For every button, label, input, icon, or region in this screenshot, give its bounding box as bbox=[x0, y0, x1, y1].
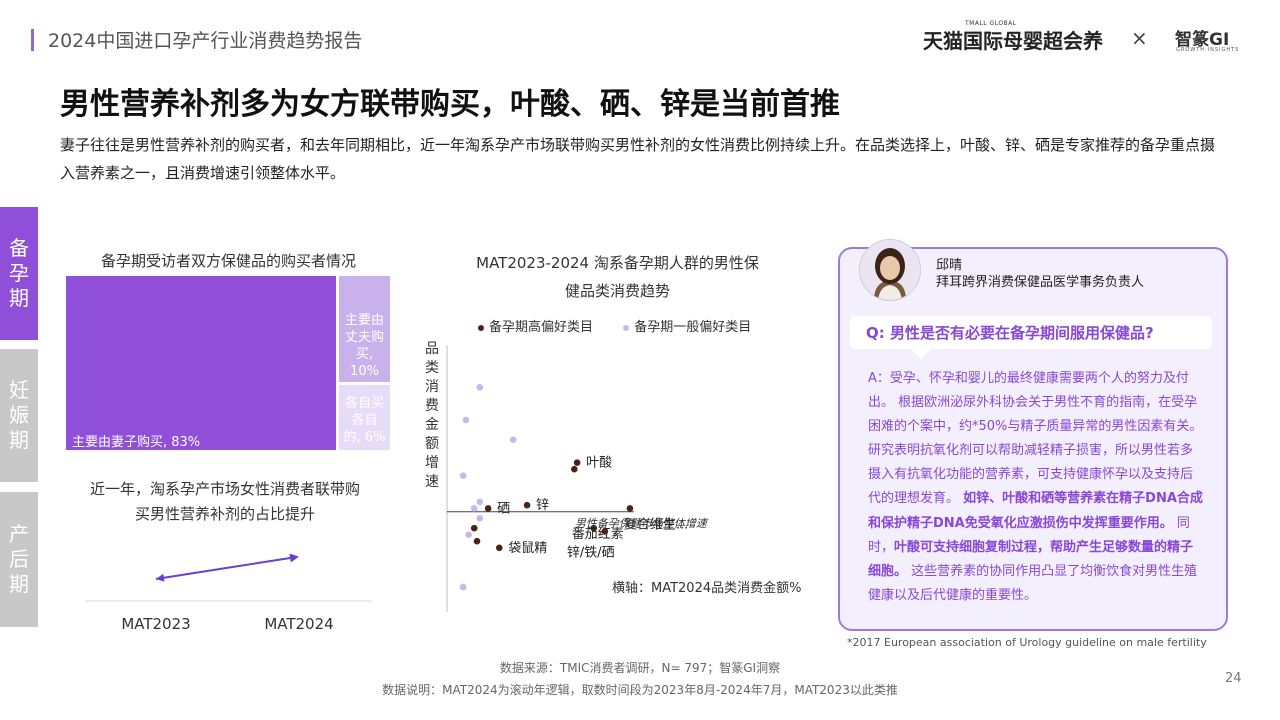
treemap-label-each: 各自买各自的, 6% bbox=[343, 396, 386, 445]
share-arrow-tail bbox=[156, 573, 165, 582]
question-bubble-tip bbox=[911, 349, 931, 359]
legend-label-general: 备孕期一般偏好类目 bbox=[634, 320, 752, 335]
data-note: 数据说明：MAT2024为滚动年逻辑，取数时间段为2023年8月-2024年7月… bbox=[382, 683, 898, 697]
scatter-point-high bbox=[484, 505, 492, 512]
scatter-point-general bbox=[476, 515, 484, 522]
treemap-label-husband: 主要由丈夫购买, 10% bbox=[344, 313, 384, 379]
share-arrow-head bbox=[289, 553, 299, 563]
scatter-point-label: 锌 bbox=[536, 498, 549, 513]
scatter-point-high bbox=[601, 528, 609, 535]
share-tick-mat2024: MAT2024 bbox=[264, 615, 333, 633]
side-tab-pregnancy[interactable]: 妊娠期 bbox=[0, 349, 38, 482]
treemap-block-husband: 主要由丈夫购买, 10% bbox=[339, 276, 390, 382]
legend-label-high: 备孕期高偏好类目 bbox=[489, 320, 594, 335]
scatter-chart: 男性备孕保健市场整体增速 叶酸硒 锌番茄红素复合维生...锌/铁/硒袋鼠精 bbox=[446, 345, 709, 612]
treemap-label-wife: 主要由妻子购买, 83% bbox=[72, 435, 201, 450]
footnote: *2017 European association of Urology gu… bbox=[847, 636, 1207, 649]
expert-question: Q: 男性是否有必要在备孕期间服用保健品? bbox=[866, 324, 1154, 342]
treemap-title: 备孕期受访者双方保健品的购买者情况 bbox=[100, 252, 356, 270]
scatter-point-high bbox=[473, 537, 481, 545]
answer-part: A：受孕、怀孕和婴儿的最终健康需要两个人的努力及付出。 根据欧洲泌尿外科协会关于… bbox=[868, 371, 1203, 507]
scatter-point-label: 复合维生... bbox=[624, 517, 688, 532]
share-line-chart: MAT2023 MAT2024 bbox=[85, 553, 372, 633]
data-source: 数据来源：TMIC消费者调研，N= 797；智篆GI洞察 bbox=[499, 661, 781, 675]
scatter-point-label: 番茄红素 bbox=[572, 526, 624, 542]
scatter-point-high bbox=[571, 465, 578, 473]
avatar-person-icon bbox=[860, 240, 920, 300]
page-title: 男性营养补剂多为女方联带购买，叶酸、硒、锌是当前首推 bbox=[60, 87, 840, 122]
side-tab-label: 妊娠期 bbox=[9, 378, 29, 452]
scatter-point-label: 锌/铁/硒 bbox=[567, 545, 615, 560]
scatter-point-label: 硒 bbox=[497, 501, 510, 516]
scatter-point-high bbox=[470, 524, 478, 532]
scatter-point-high bbox=[495, 544, 503, 552]
scatter-point-general bbox=[459, 472, 467, 480]
side-tab-label: 产后期 bbox=[9, 522, 29, 596]
scatter-point-general bbox=[459, 583, 467, 591]
brand-tmall-logo: 天猫国际母婴超会养 bbox=[923, 29, 1103, 53]
treemap-block-each: 各自买各自的, 6% bbox=[339, 385, 390, 450]
share-tick-mat2023: MAT2023 bbox=[121, 615, 190, 633]
header-accent-bar bbox=[31, 29, 34, 51]
scatter-point-label: 袋鼠精 bbox=[508, 541, 547, 556]
scatter-x-axis-label: 横轴：MAT2024品类消费金额% bbox=[612, 581, 802, 596]
scatter-y-axis-label: 品类消费金额增速 bbox=[425, 341, 439, 490]
scatter-point-high bbox=[626, 505, 634, 512]
side-tab-postpartum[interactable]: 产后期 bbox=[0, 492, 38, 627]
scatter-point-general bbox=[476, 498, 484, 506]
scatter-legend: 备孕期高偏好类目 备孕期一般偏好类目 bbox=[478, 316, 751, 335]
page-number: 24 bbox=[1225, 671, 1242, 686]
side-tab-label: 备孕期 bbox=[9, 236, 29, 310]
intro-paragraph: 妻子往往是男性营养补剂的购买者，和去年同期相比，近一年淘系孕产市场联带购买男性补… bbox=[60, 136, 1216, 182]
treemap-block-wife bbox=[66, 276, 336, 450]
scatter-point-high bbox=[573, 459, 581, 466]
expert-avatar bbox=[859, 239, 921, 301]
answer-part: 这些营养素的协同作用凸显了均衡饮食对男性生殖健康以及后代健康的重要性。 bbox=[868, 563, 1198, 603]
expert-title: 拜耳跨界消费保健品医学事务负责人 bbox=[936, 275, 1145, 290]
brand-separator: × bbox=[1131, 26, 1148, 50]
scatter-point-general bbox=[470, 505, 478, 512]
scatter-point-general bbox=[476, 384, 484, 391]
legend-dot-high bbox=[478, 324, 484, 331]
legend-dot-general bbox=[623, 324, 630, 331]
scatter-point-label: 叶酸 bbox=[586, 456, 612, 471]
scatter-point-general bbox=[465, 531, 472, 538]
share-trend-line bbox=[155, 557, 291, 580]
scatter-point-general bbox=[509, 436, 517, 443]
side-tab-preconception[interactable]: 备孕期 bbox=[0, 207, 38, 340]
scatter-point-high bbox=[523, 501, 531, 509]
scatter-point-general bbox=[462, 416, 470, 424]
expert-answer: A：受孕、怀孕和婴儿的最终健康需要两个人的努力及付出。 根据欧洲泌尿外科协会关于… bbox=[868, 367, 1203, 608]
scatter-title: MAT2023-2024 淘系备孕期人群的男性保健品类消费趋势 bbox=[476, 254, 759, 300]
report-title: 2024中国进口孕产行业消费趋势报告 bbox=[48, 30, 363, 52]
brand-gi-subtitle: GROWTH INSIGHTS bbox=[1176, 47, 1240, 53]
